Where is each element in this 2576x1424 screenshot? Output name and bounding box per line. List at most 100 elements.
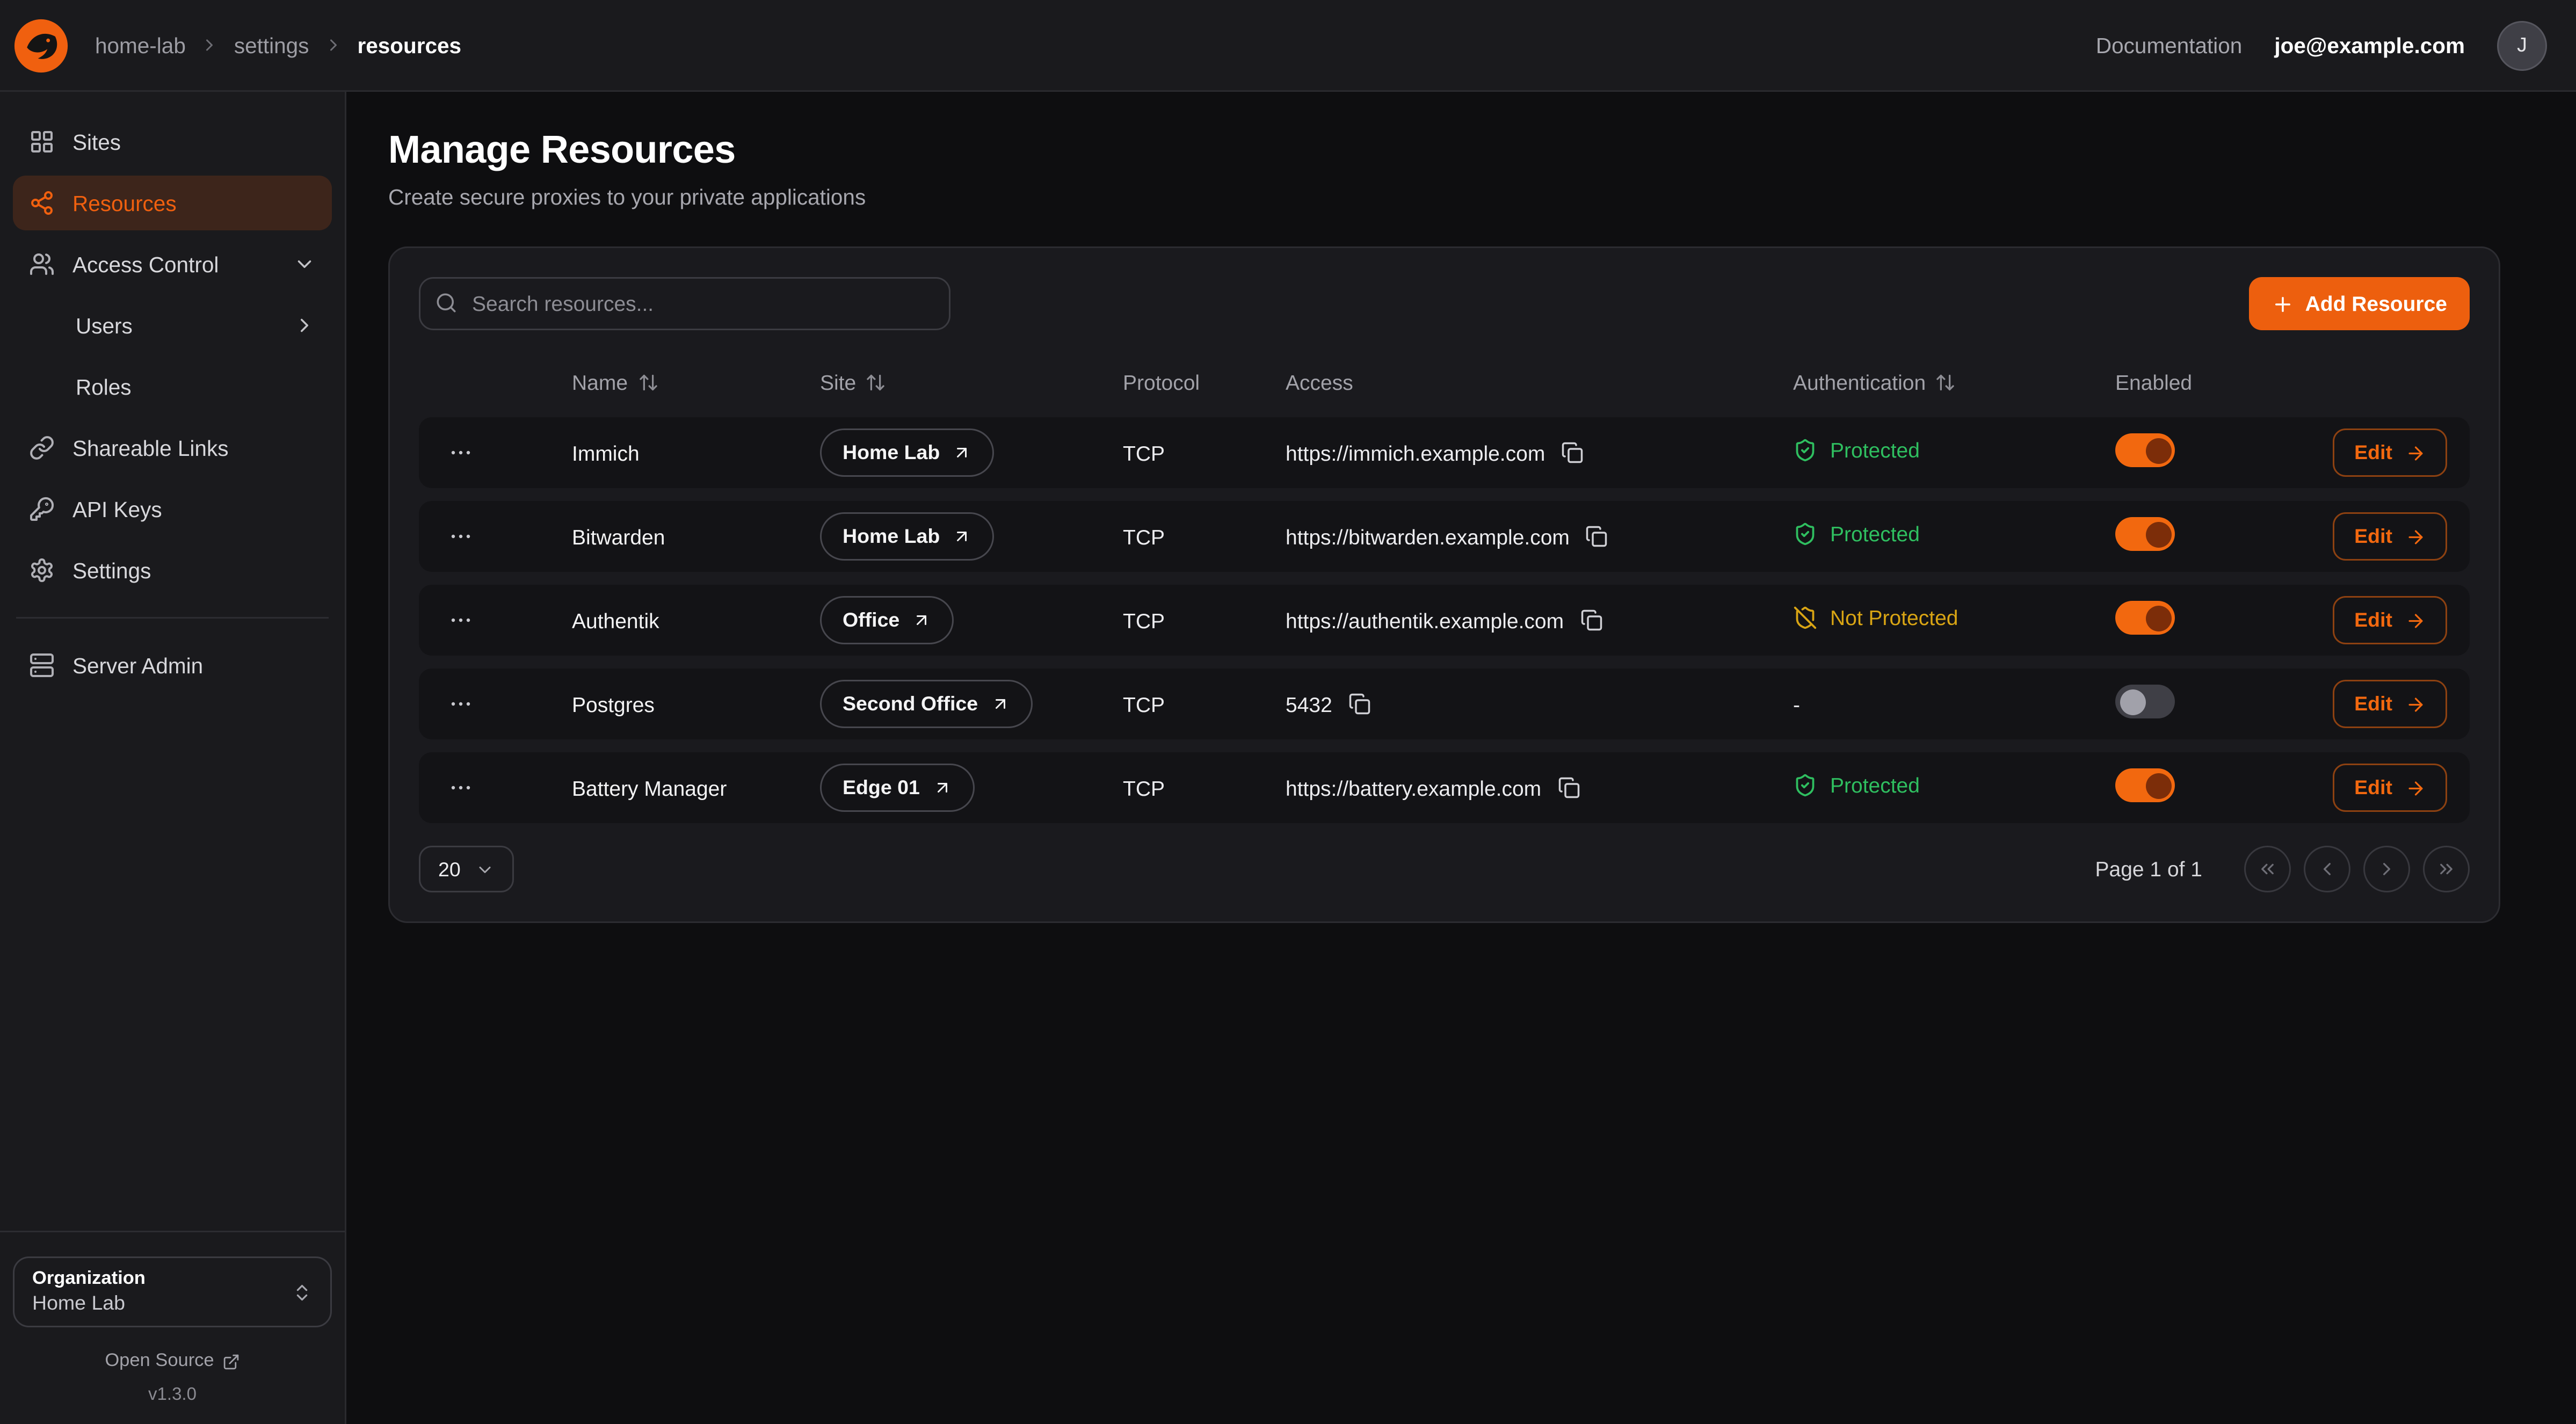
share-nodes-icon (29, 190, 55, 216)
sidebar-item-roles[interactable]: Roles (13, 359, 332, 414)
site-name: Home Lab (843, 441, 940, 464)
site-link-button[interactable]: Home Lab (820, 512, 995, 561)
organization-label: Organization (32, 1269, 146, 1289)
auth-badge: Protected (1793, 438, 1920, 462)
auth-status-label: Protected (1830, 522, 1920, 546)
copy-button[interactable] (1580, 609, 1602, 631)
edit-button[interactable]: Edit (2333, 512, 2447, 561)
sidebar-item-resources[interactable]: Resources (13, 176, 332, 230)
organization-selector[interactable]: Organization Home Lab (13, 1256, 332, 1327)
header-protocol: Protocol (1123, 370, 1200, 395)
arrow-up-right-icon (953, 527, 972, 546)
app-root: home-lab settings resources Documentatio… (0, 0, 2576, 1424)
chevrons-up-down-icon (292, 1282, 313, 1303)
copy-button[interactable] (1557, 776, 1580, 799)
resource-name: Immich (572, 441, 820, 465)
site-link-button[interactable]: Office (820, 596, 954, 644)
table-row: Immich Home Lab TCP https://immich.examp… (419, 417, 2470, 488)
chevrons-left-icon (2257, 859, 2278, 880)
edit-button-label: Edit (2354, 525, 2392, 548)
resource-name: Postgres (572, 692, 820, 716)
enabled-toggle[interactable] (2115, 517, 2175, 551)
sidebar-item-sites[interactable]: Sites (13, 114, 332, 169)
row-menu-button[interactable] (445, 520, 477, 553)
chevron-right-icon (323, 35, 343, 55)
app-version: v1.3.0 (13, 1385, 332, 1405)
auth-badge: - (1793, 692, 1800, 716)
row-menu-button[interactable] (445, 604, 477, 636)
sidebar-item-settings[interactable]: Settings (13, 543, 332, 598)
documentation-link[interactable]: Documentation (2096, 33, 2242, 57)
search-icon (435, 292, 458, 314)
shield-check-icon (1793, 773, 1817, 797)
copy-button[interactable] (1586, 525, 1608, 548)
auth-badge: Protected (1793, 522, 1920, 546)
site-name: Second Office (843, 693, 978, 715)
page-size-select[interactable]: 20 (419, 846, 514, 892)
header-name: Name (572, 370, 628, 395)
sort-icon[interactable] (866, 372, 887, 393)
row-menu-button[interactable] (445, 772, 477, 804)
breadcrumb-org[interactable]: home-lab (95, 33, 186, 57)
auth-status-label: Protected (1830, 773, 1920, 797)
breadcrumb-settings[interactable]: settings (234, 33, 309, 57)
edit-button[interactable]: Edit (2333, 596, 2447, 644)
sidebar-item-api-keys[interactable]: API Keys (13, 482, 332, 536)
auth-status-label: Protected (1830, 438, 1920, 462)
search-input[interactable] (419, 277, 950, 330)
organization-name: Home Lab (32, 1292, 146, 1314)
site-link-button[interactable]: Edge 01 (820, 764, 975, 812)
shield-off-icon (1793, 606, 1817, 630)
enabled-toggle[interactable] (2115, 768, 2175, 802)
row-menu-button[interactable] (445, 688, 477, 720)
table-row: Authentik Office TCP https://authentik.e… (419, 585, 2470, 656)
page-info: Page 1 of 1 (2095, 857, 2203, 881)
enabled-toggle[interactable] (2115, 601, 2175, 635)
sort-icon[interactable] (637, 372, 658, 393)
copy-button[interactable] (1348, 693, 1371, 715)
open-source-link[interactable]: Open Source (13, 1352, 332, 1371)
external-link-icon (222, 1353, 240, 1370)
site-name: Home Lab (843, 525, 940, 548)
sort-icon[interactable] (1935, 372, 1956, 393)
app-logo-icon[interactable] (13, 17, 69, 74)
chevron-down-icon (293, 253, 316, 275)
first-page-button[interactable] (2244, 846, 2291, 892)
site-link-button[interactable]: Second Office (820, 680, 1033, 728)
access-value: https://authentik.example.com (1286, 608, 1564, 633)
arrow-up-right-icon (912, 611, 932, 630)
sidebar-item-shareable-links[interactable]: Shareable Links (13, 420, 332, 475)
last-page-button[interactable] (2423, 846, 2470, 892)
enabled-toggle[interactable] (2115, 685, 2175, 718)
sidebar-item-label: API Keys (72, 497, 162, 521)
header-site: Site (820, 370, 856, 395)
edit-button[interactable]: Edit (2333, 764, 2447, 812)
resource-name: Battery Manager (572, 776, 820, 800)
edit-button[interactable]: Edit (2333, 428, 2447, 477)
row-menu-button[interactable] (445, 437, 477, 469)
access-value: https://bitwarden.example.com (1286, 525, 1570, 549)
protocol-value: TCP (1123, 608, 1286, 633)
ellipsis-icon (448, 775, 474, 801)
arrow-right-icon (2405, 526, 2426, 547)
table-body: Immich Home Lab TCP https://immich.examp… (419, 417, 2470, 823)
sidebar-item-label: Roles (76, 375, 132, 399)
prev-page-button[interactable] (2304, 846, 2350, 892)
add-resource-button[interactable]: Add Resource (2249, 277, 2470, 330)
sidebar-item-users[interactable]: Users (13, 298, 332, 353)
copy-button[interactable] (1561, 441, 1584, 464)
user-avatar[interactable]: J (2497, 20, 2547, 70)
page-title: Manage Resources (388, 129, 2534, 174)
header-authentication: Authentication (1793, 370, 1926, 395)
next-page-button[interactable] (2363, 846, 2410, 892)
site-link-button[interactable]: Home Lab (820, 428, 995, 477)
sidebar-item-server-admin[interactable]: Server Admin (13, 638, 332, 693)
page-size-value: 20 (438, 858, 461, 881)
chevron-down-icon (475, 860, 495, 879)
edit-button[interactable]: Edit (2333, 680, 2447, 728)
edit-button-label: Edit (2354, 441, 2392, 464)
sidebar-footer-divider (0, 1231, 345, 1232)
table-footer: 20 Page 1 of 1 (419, 846, 2470, 892)
sidebar-item-access-control[interactable]: Access Control (13, 237, 332, 292)
enabled-toggle[interactable] (2115, 433, 2175, 467)
